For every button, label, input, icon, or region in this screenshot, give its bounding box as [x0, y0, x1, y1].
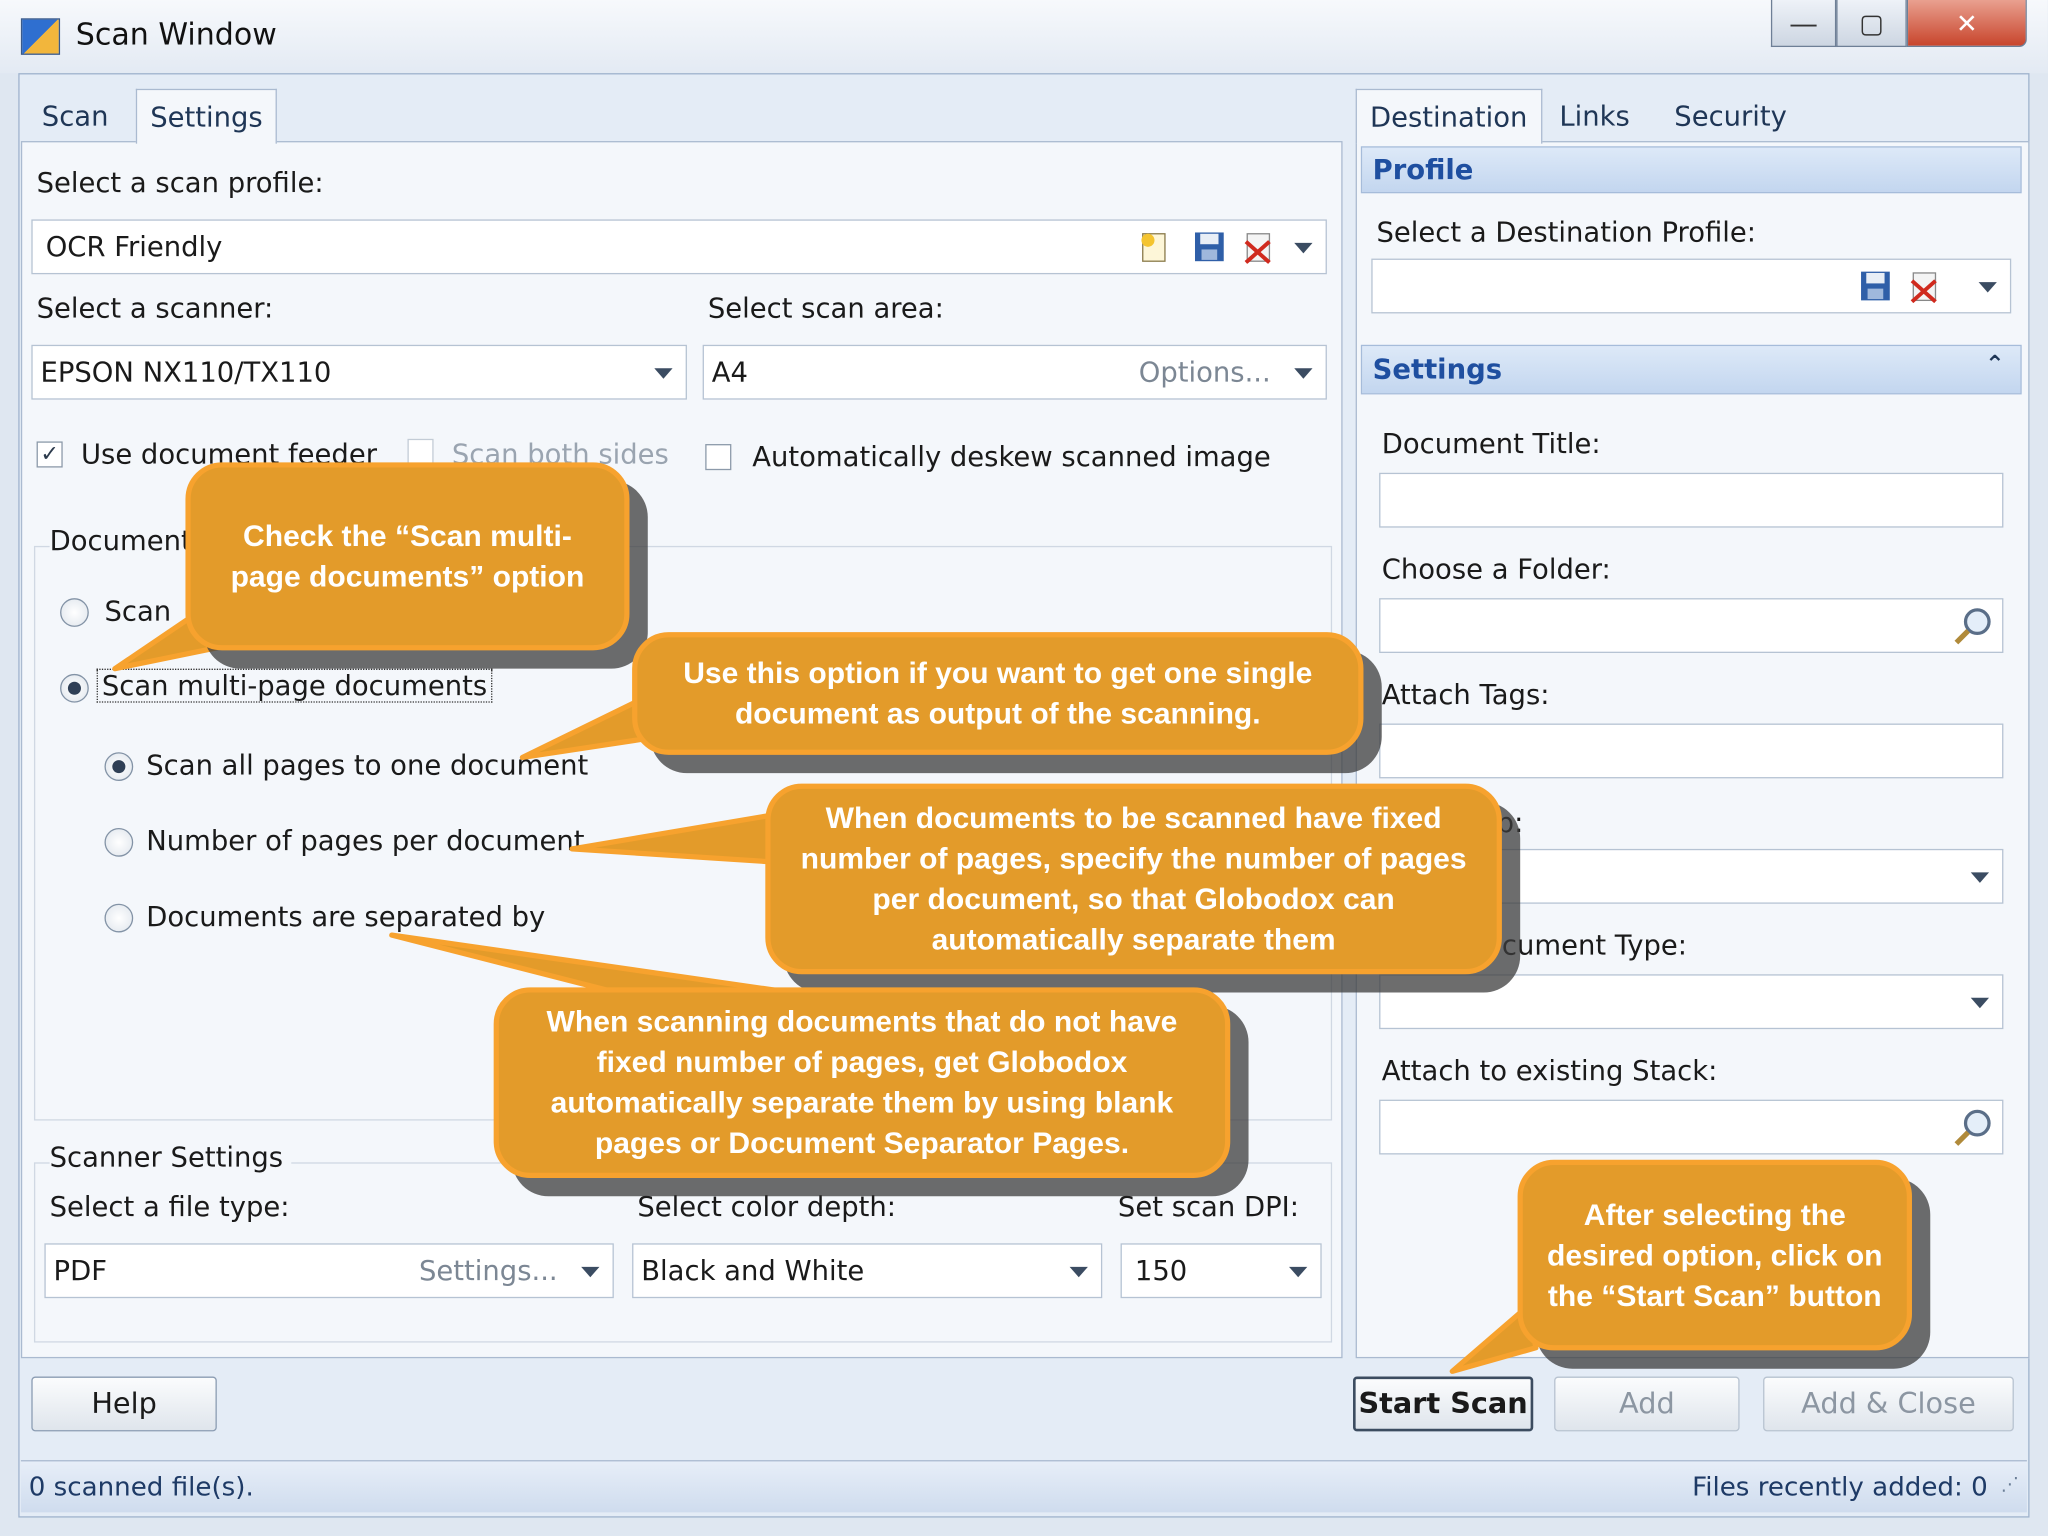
callout-check-multipage: Check the “Scan multi-page documents” op…	[185, 462, 630, 651]
callout-start-scan: After selecting the desired option, clic…	[1517, 1159, 1912, 1351]
callout-single-document: Use this option if you want to get one s…	[632, 632, 1364, 755]
callout-fixed-pages: When documents to be scanned have fixed …	[765, 783, 1502, 975]
callout-separator-pages: When scanning documents that do not have…	[493, 987, 1231, 1179]
